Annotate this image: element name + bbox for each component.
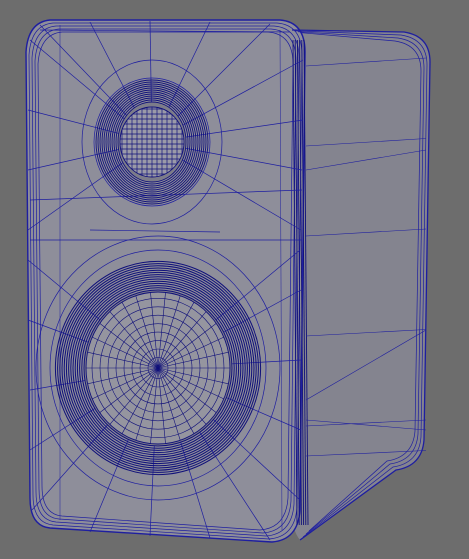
cabinet-side-face [291,30,430,540]
speaker-wireframe-model [25,19,431,543]
speaker-cabinet [26,20,430,542]
3d-viewport[interactable] [0,0,469,559]
